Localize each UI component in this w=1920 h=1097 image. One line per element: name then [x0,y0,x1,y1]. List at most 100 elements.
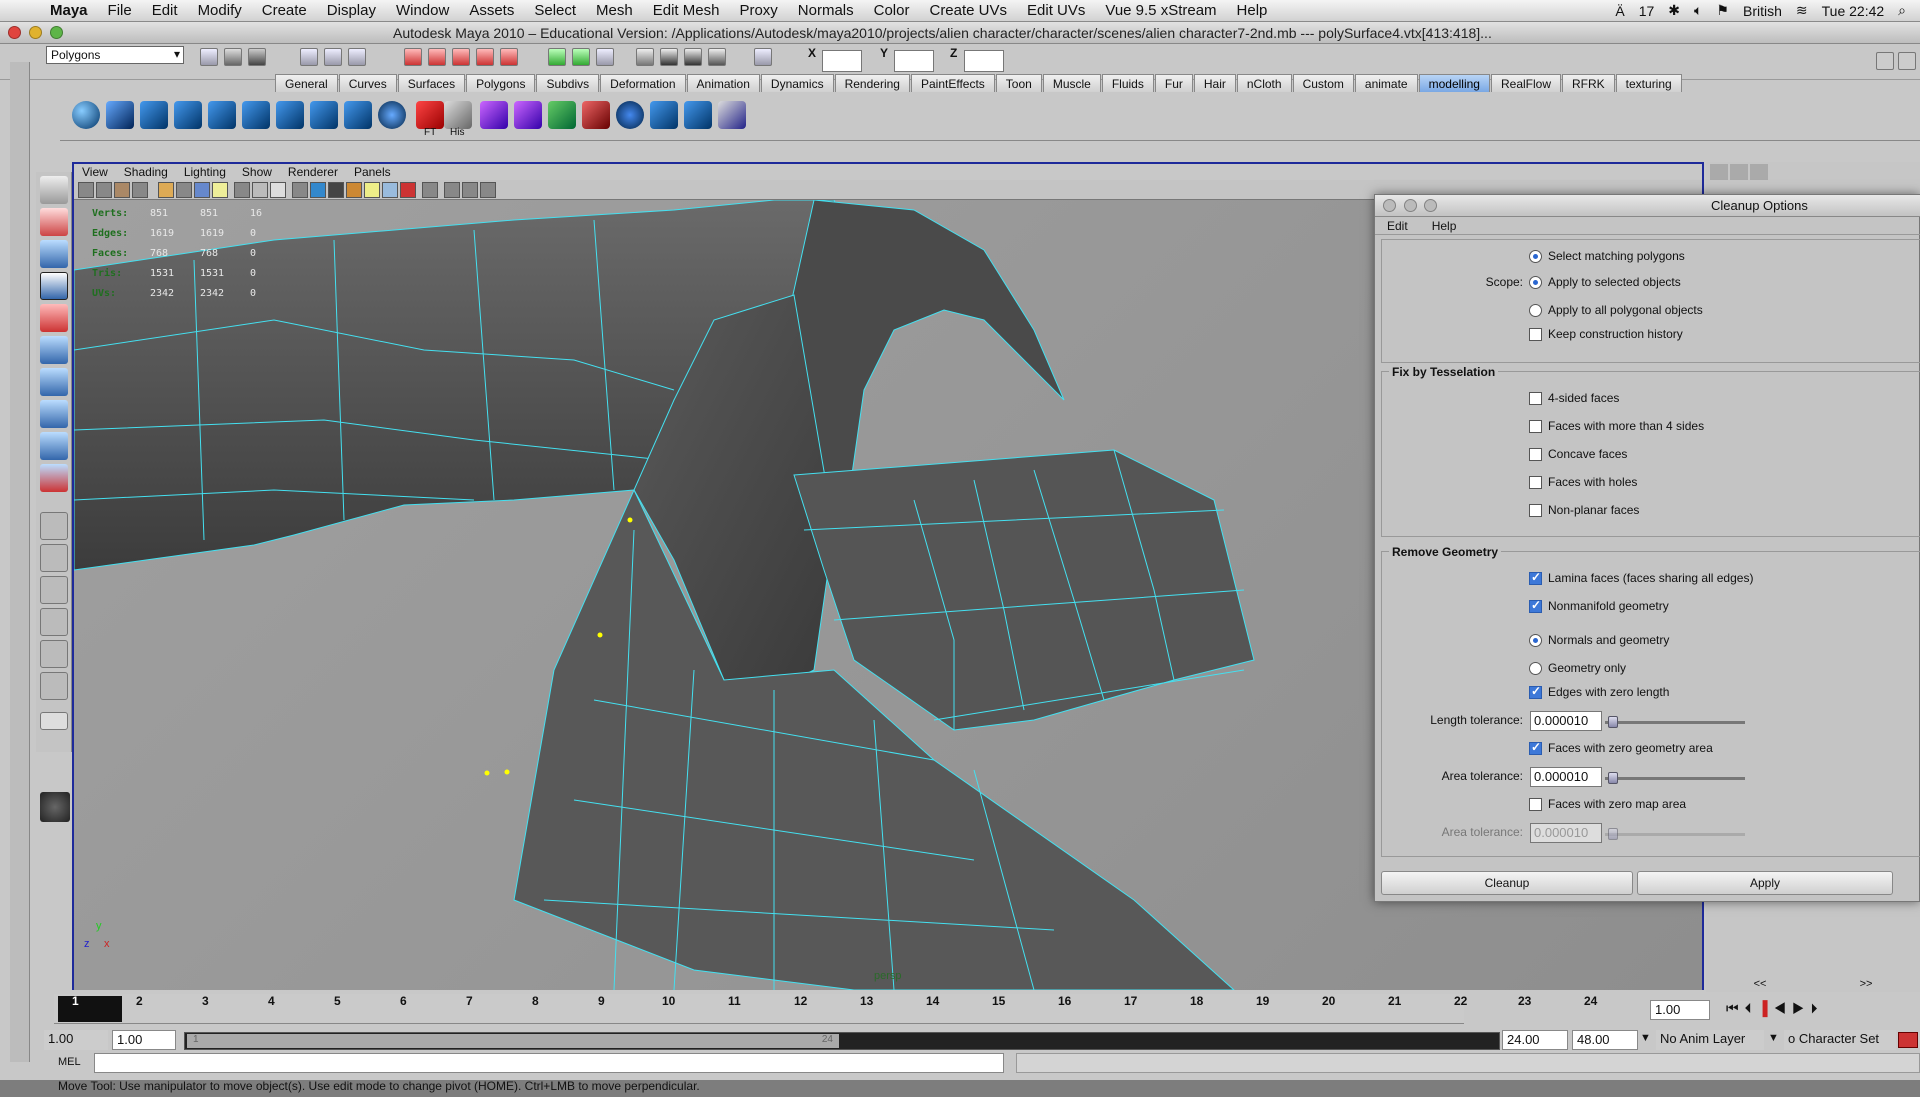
layout-four-icon[interactable] [40,544,68,572]
go-to-start-icon[interactable]: ⏮ [1726,1000,1745,1016]
menu-modify[interactable]: Modify [188,2,252,19]
geometry-only-radio[interactable]: Geometry only [1529,661,1626,675]
range-slider-handle[interactable]: 1 24 [187,1034,839,1048]
spotlight-icon[interactable]: ⌕ [1898,2,1906,19]
move-tool-icon[interactable] [40,272,68,300]
tab-animate[interactable]: animate [1354,74,1418,92]
channel-box-toggle-icon[interactable] [1876,52,1894,70]
anim-layer-dropdown[interactable]: No Anim Layer [1656,1030,1764,1050]
construction-history-icon[interactable] [596,48,614,66]
cleanup-menu-edit[interactable]: Edit [1375,217,1420,234]
select-object-icon[interactable] [324,48,342,66]
tab-rfrk[interactable]: RFRK [1562,74,1615,92]
curve-tool-icon[interactable] [718,101,746,129]
cleanup-button[interactable]: Cleanup [1381,871,1633,895]
poly-sphere-icon[interactable] [72,101,100,129]
menu-vue[interactable]: Vue 9.5 xStream [1095,2,1226,19]
range-slider[interactable]: 1 24 [184,1032,1500,1050]
auto-key-icon[interactable] [1898,1032,1918,1048]
tab-ncloth[interactable]: nCloth [1236,74,1292,92]
wifi-icon[interactable]: ≋ [1796,2,1808,19]
tab-hair[interactable]: Hair [1193,74,1236,92]
frame-all-icon[interactable] [444,182,460,198]
minimize-icon[interactable] [1403,199,1417,212]
tab-fur[interactable]: Fur [1154,74,1193,92]
lasso-tool-icon[interactable] [40,208,68,236]
select-tool-icon[interactable] [40,176,68,204]
save-scene-icon[interactable] [248,48,266,66]
area-tolerance-field[interactable]: 0.000010 [1530,767,1602,787]
command-input[interactable] [94,1053,1004,1073]
close-icon[interactable] [8,26,21,39]
slider-knob-icon[interactable] [1608,772,1618,784]
length-tolerance-slider[interactable] [1605,721,1745,724]
tab-general[interactable]: General [275,74,338,92]
x-field[interactable] [822,50,862,72]
xray-joints-icon[interactable] [328,182,344,198]
attribute-list-icon[interactable] [1750,164,1768,180]
menu-assets[interactable]: Assets [459,2,524,19]
magnet-icon[interactable] [500,48,518,66]
xray-icon[interactable] [310,182,326,198]
combine-icon[interactable] [480,101,508,129]
apply-all-radio[interactable]: Apply to all polygonal objects [1529,303,1703,317]
new-scene-icon[interactable] [200,48,218,66]
step-back-frame-icon[interactable]: ▐ [1758,1000,1774,1016]
panel-menu-renderer[interactable]: Renderer [280,164,346,180]
concave-checkbox[interactable]: Concave faces [1529,447,1627,461]
last-tool-icon[interactable] [40,464,68,492]
quadrangulate-icon[interactable] [650,101,678,129]
menu-color[interactable]: Color [864,2,920,19]
current-time-field[interactable]: 1.00 [1650,1000,1710,1020]
output-ops-icon[interactable] [572,48,590,66]
camera-attr-icon[interactable] [96,182,112,198]
z-field[interactable] [964,50,1004,72]
start-time-field[interactable]: 1.00 [44,1030,108,1050]
time-slider[interactable]: 1 2 3 4 5 6 7 8 9 10 11 12 13 14 15 16 1… [50,994,1920,1028]
nav-prev-button[interactable]: << [1710,978,1810,990]
resolution-gate-icon[interactable] [212,182,228,198]
selected-vertex[interactable] [597,632,603,638]
scale-tool-icon[interactable] [40,336,68,364]
mel-label[interactable]: MEL [58,1056,81,1068]
area-tolerance-slider[interactable] [1605,777,1745,780]
tab-deformation[interactable]: Deformation [600,74,686,92]
menu-edit-mesh[interactable]: Edit Mesh [643,2,730,19]
layout-two-icon[interactable] [40,576,68,604]
snap-grid-icon[interactable] [404,48,422,66]
tab-painteffects[interactable]: PaintEffects [910,74,995,92]
selected-vertex[interactable] [504,769,510,775]
lamina-checkbox[interactable]: Lamina faces (faces sharing all edges) [1529,570,1753,585]
menu-mesh[interactable]: Mesh [586,2,643,19]
tab-toon[interactable]: Toon [995,74,1042,92]
keep-history-checkbox[interactable]: Keep construction history [1529,327,1683,341]
snap-curve-icon[interactable] [428,48,446,66]
ft-tool-icon[interactable] [416,101,444,129]
step-forward-icon[interactable]: ⏵ [1811,1000,1824,1016]
bookmark-icon[interactable] [114,182,130,198]
selected-vertex[interactable] [484,770,490,776]
zoom-icon[interactable] [50,26,63,39]
merge-icon[interactable] [344,101,372,129]
mirror-icon[interactable] [548,101,576,129]
menu-create[interactable]: Create [252,2,317,19]
cleanup-icon[interactable] [582,101,610,129]
menu-help[interactable]: Help [1227,2,1278,19]
poly-cube-icon[interactable] [106,101,134,129]
triangulate-icon[interactable] [616,101,644,129]
grid-toggle-icon[interactable] [176,182,192,198]
append-polygon-icon[interactable] [242,101,270,129]
isolate-select-icon[interactable] [422,182,438,198]
layout-single-icon[interactable] [40,512,68,540]
smooth-icon[interactable] [378,101,406,129]
tab-realflow[interactable]: RealFlow [1490,74,1561,92]
hud-toggle-icon[interactable] [480,182,496,198]
input-language[interactable]: British [1743,3,1782,19]
tab-subdivs[interactable]: Subdivs [536,74,600,92]
frame-selected-icon[interactable] [462,182,478,198]
tab-texturing[interactable]: texturing [1615,74,1682,92]
minimize-icon[interactable] [29,26,42,39]
paint-select-icon[interactable] [40,240,68,268]
menu-edit[interactable]: Edit [142,2,188,19]
tab-modelling[interactable]: modelling [1418,74,1490,92]
